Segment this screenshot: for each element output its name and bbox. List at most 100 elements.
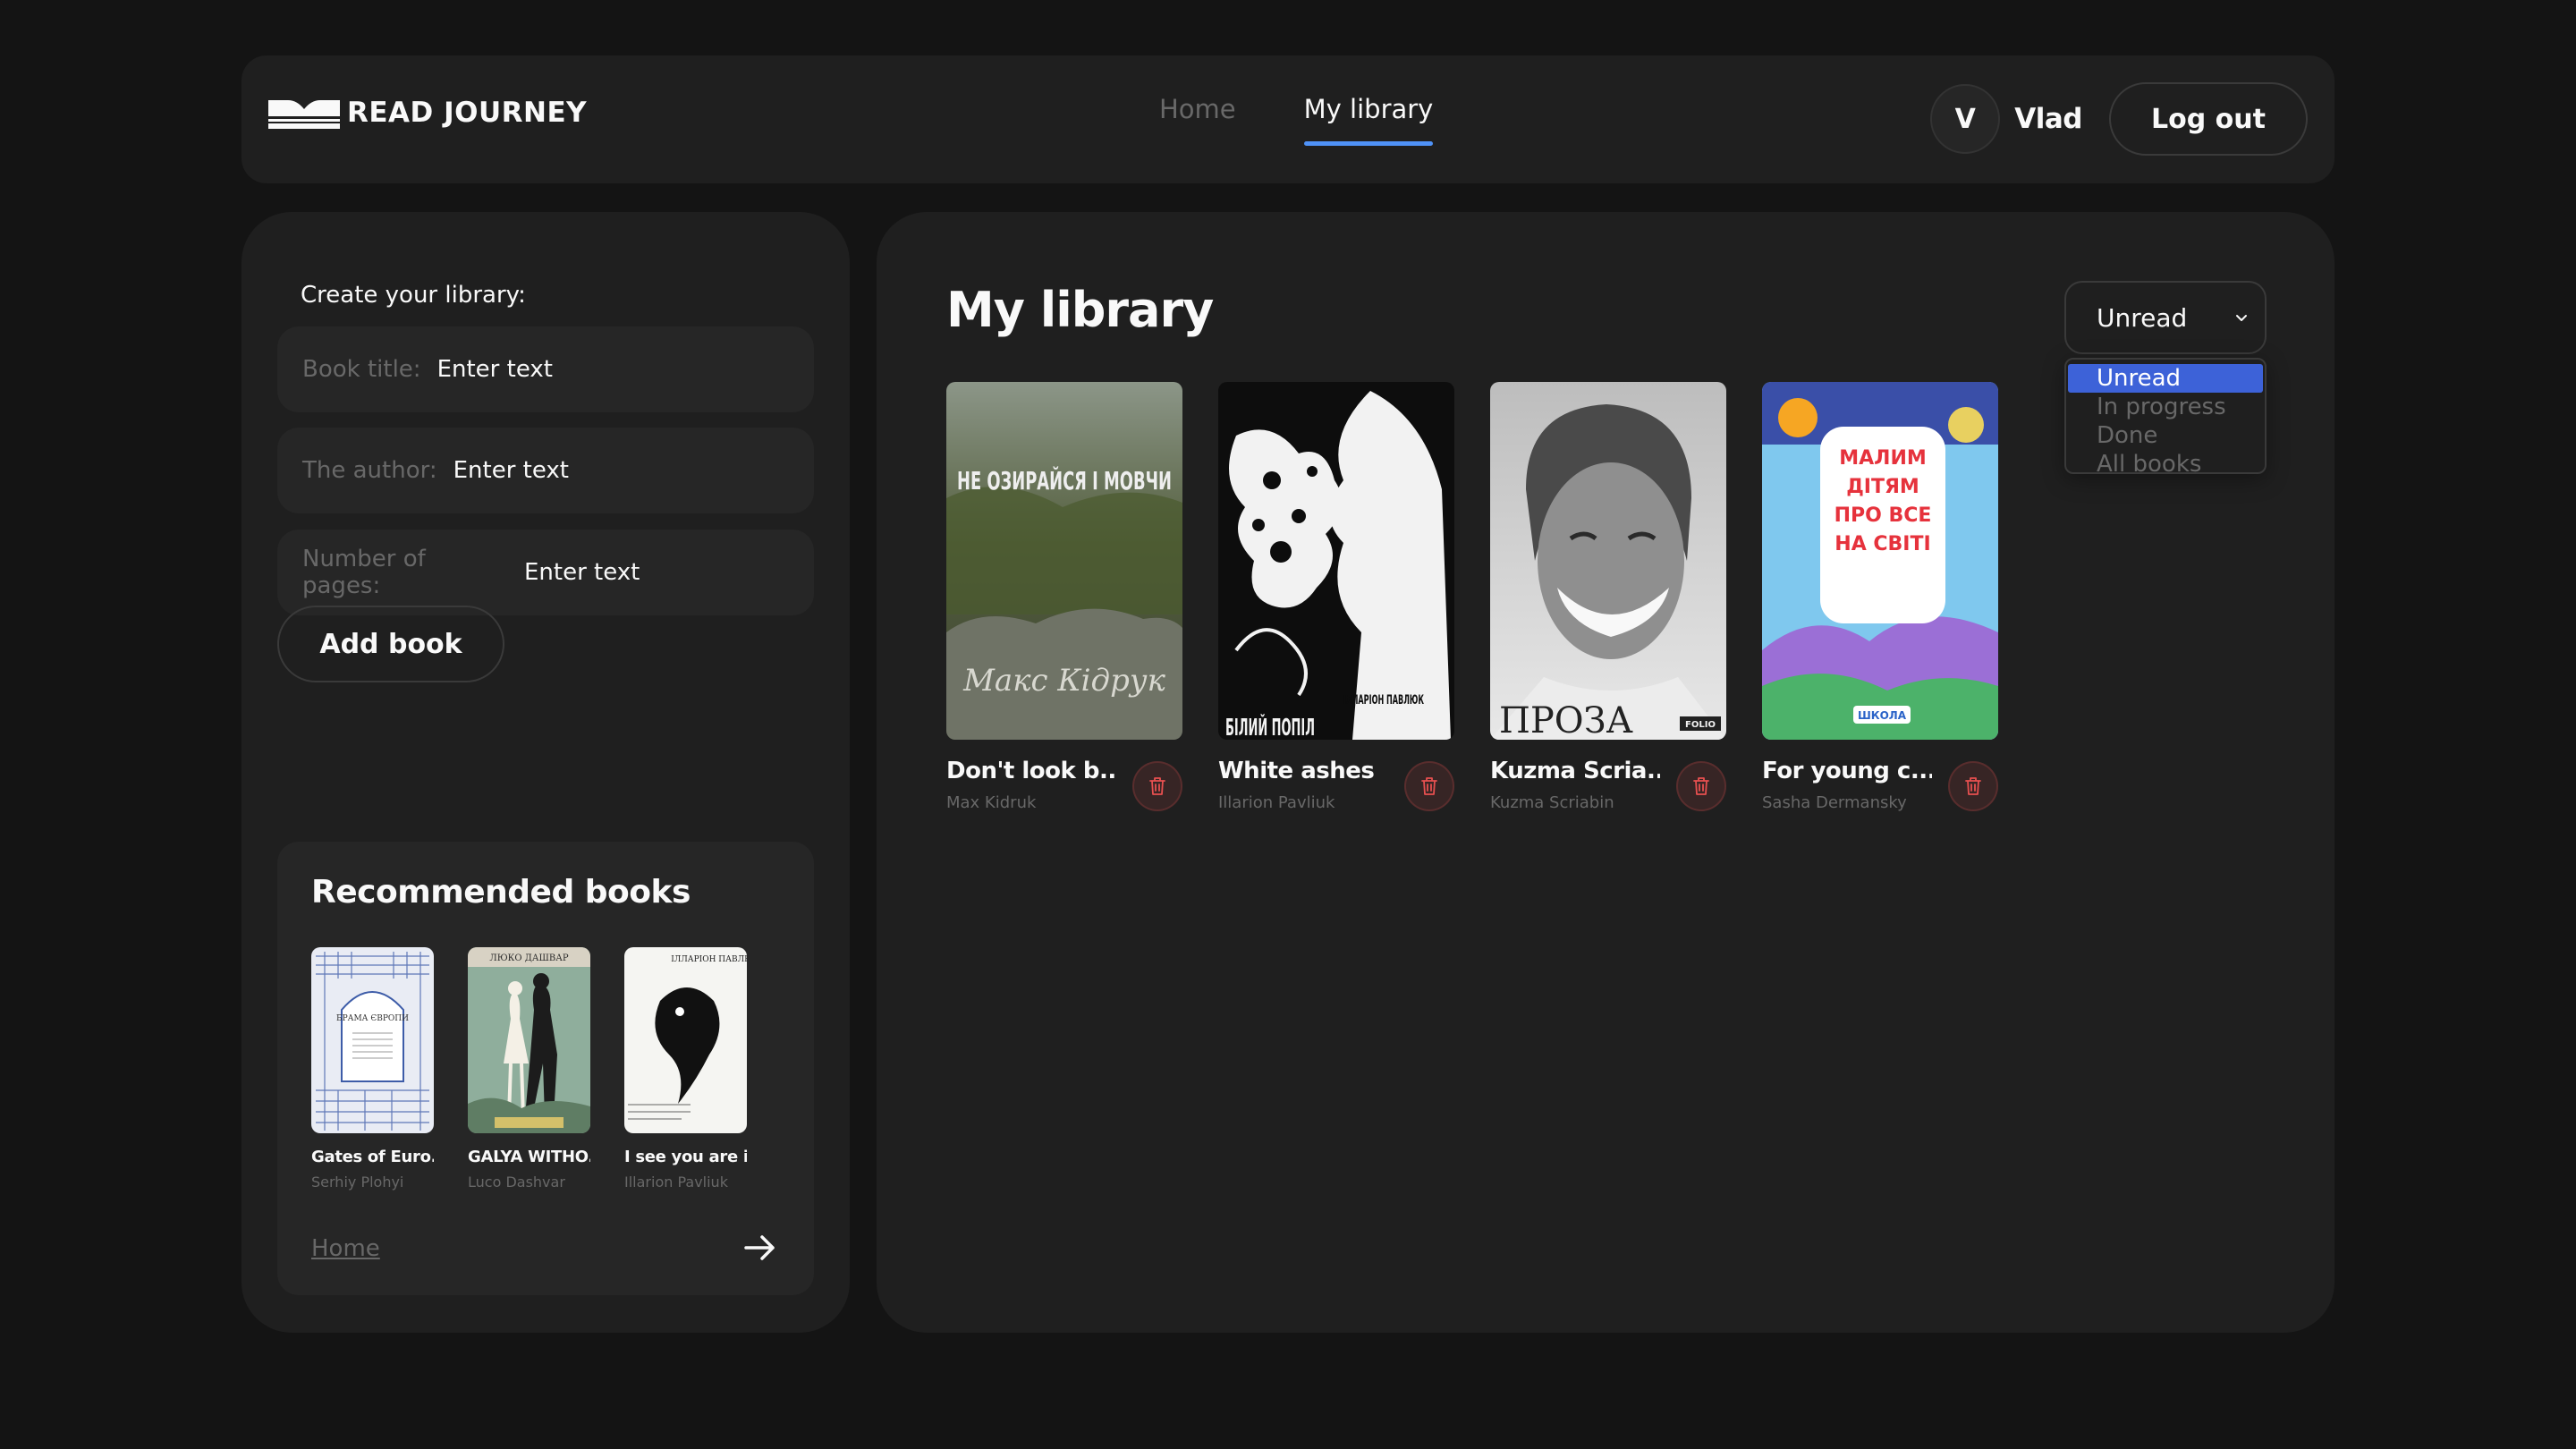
logout-button[interactable]: Log out xyxy=(2109,82,2308,156)
book-info: For young c... Sasha Dermansky xyxy=(1762,758,1998,812)
book-cover[interactable]: ПРОЗА FOLIO xyxy=(1490,382,1726,740)
logo[interactable]: READ JOURNEY xyxy=(268,97,587,129)
chevron-down-icon xyxy=(2236,315,2247,321)
book-author: Max Kidruk xyxy=(946,793,1037,812)
nav-my-library[interactable]: My library xyxy=(1303,55,1433,183)
logo-text: READ JOURNEY xyxy=(347,97,588,129)
book-title: For young c... xyxy=(1762,758,1932,784)
book-cover[interactable]: ІЛЛАРІОН ПАВЛЮК xyxy=(624,947,747,1133)
book-cover[interactable]: БРАМА ЄВРОПИ xyxy=(311,947,434,1133)
book-title: GALYA WITHO... xyxy=(468,1148,590,1166)
cover-title-text: МАЛИМ ДІТЯМ ПРО ВСЕ НА СВІТІ xyxy=(1834,447,1932,555)
cover-title-text: ПРОЗА xyxy=(1499,700,1633,740)
book-title: White ashes xyxy=(1218,758,1375,784)
book-text: Don't look b... Max Kidruk xyxy=(946,758,1116,812)
cover-title-text: НЕ ОЗИРАЙСЯ І МОВЧИ xyxy=(957,465,1172,496)
cover-text: ЛЮКО ДАШВАР xyxy=(489,953,568,963)
status-filter-value: Unread xyxy=(2097,302,2188,333)
book-cover[interactable]: БІЛИЙ ПОПІЛ ІЛЛАРІОН ПАВЛЮК xyxy=(1218,382,1454,740)
book-author: Luco Dashvar xyxy=(468,1174,565,1191)
book-author: Illarion Pavliuk xyxy=(1218,793,1335,812)
main-nav: Home My library xyxy=(1159,55,1433,183)
recommended-title: Recommended books xyxy=(311,874,691,911)
library-panel: My library НЕ ОЗИРАЙСЯ І МОВЧИ xyxy=(877,212,2334,1333)
option-done[interactable]: Done xyxy=(2066,421,2265,450)
cover-gates-image: БРАМА ЄВРОПИ xyxy=(311,947,434,1133)
recommended-books: Recommended books БРАМА ЄВРОПИ Gates of … xyxy=(277,842,814,1295)
library-book: ПРОЗА FOLIO Kuzma Scria... Kuzma Scriabi… xyxy=(1490,382,1726,812)
trash-icon xyxy=(1965,777,1981,795)
page-title: My library xyxy=(946,282,1214,338)
book-text: For young c... Sasha Dermansky xyxy=(1762,758,1932,812)
sidebar: Create your library: Book title: The aut… xyxy=(242,212,850,1333)
username: Vlad xyxy=(2014,103,2082,135)
trash-icon xyxy=(1149,777,1165,795)
cover-author-text: ІЛЛАРІОН ПАВЛЮК xyxy=(1343,693,1424,708)
delete-book-button[interactable] xyxy=(1676,761,1726,811)
cover-author-text: Макс Кідрук xyxy=(962,663,1165,699)
form-title: Create your library: xyxy=(301,282,526,309)
cover-publisher-text: FOLIO xyxy=(1685,720,1716,730)
author-field[interactable]: The author: xyxy=(277,428,814,513)
book-title: I see you are i... xyxy=(624,1148,747,1166)
library-book: НЕ ОЗИРАЙСЯ І МОВЧИ Макс Кідрук Don't lo… xyxy=(946,382,1182,812)
recommended-book[interactable]: ІЛЛАРІОН ПАВЛЮК I see you are i... Illar… xyxy=(624,947,747,1191)
book-author: Kuzma Scriabin xyxy=(1490,793,1614,812)
cover-white-ashes-image: БІЛИЙ ПОПІЛ ІЛЛАРІОН ПАВЛЮК xyxy=(1218,382,1454,740)
book-title: Kuzma Scria... xyxy=(1490,758,1660,784)
arrow-right-icon[interactable] xyxy=(742,1232,778,1264)
user-bar: V Vlad Log out xyxy=(1930,82,2308,156)
book-info: White ashes Illarion Pavliuk xyxy=(1218,758,1454,812)
pages-label: Number of pages: xyxy=(302,546,426,599)
book-title: Gates of Euro... xyxy=(311,1148,434,1166)
add-book-button[interactable]: Add book xyxy=(277,606,504,682)
book-title: Don't look b... xyxy=(946,758,1116,784)
home-link[interactable]: Home xyxy=(311,1235,380,1262)
book-cover[interactable]: ЛЮКО ДАШВАР xyxy=(468,947,590,1133)
cover-publisher-text: ШКОЛА xyxy=(1858,709,1907,722)
recommended-book[interactable]: ЛЮКО ДАШВАР GALYA WITHO... Luco Dashvar xyxy=(468,947,590,1191)
avatar[interactable]: V xyxy=(1930,84,2001,154)
library-book-list: НЕ ОЗИРАЙСЯ І МОВЧИ Макс Кідрук Don't lo… xyxy=(946,382,1998,812)
book-author: Serhiy Plohyi xyxy=(311,1174,404,1191)
option-in-progress[interactable]: In progress xyxy=(2066,393,2265,421)
cover-i-see-you-image: ІЛЛАРІОН ПАВЛЮК xyxy=(624,947,747,1133)
pages-input[interactable] xyxy=(524,559,814,586)
header: READ JOURNEY Home My library V Vlad Log … xyxy=(242,55,2334,183)
cover-kuzma-image: ПРОЗА FOLIO xyxy=(1490,382,1726,740)
library-book: БІЛИЙ ПОПІЛ ІЛЛАРІОН ПАВЛЮК White ashes … xyxy=(1218,382,1454,812)
book-logo-icon xyxy=(268,100,340,129)
book-info: Don't look b... Max Kidruk xyxy=(946,758,1182,812)
book-title-field[interactable]: Book title: xyxy=(277,326,814,412)
book-cover[interactable]: МАЛИМ ДІТЯМ ПРО ВСЕ НА СВІТІ ШКОЛА xyxy=(1762,382,1998,740)
library-book: МАЛИМ ДІТЯМ ПРО ВСЕ НА СВІТІ ШКОЛА For y… xyxy=(1762,382,1998,812)
book-text: Kuzma Scria... Kuzma Scriabin xyxy=(1490,758,1660,812)
nav-home[interactable]: Home xyxy=(1159,55,1236,183)
book-author: Illarion Pavliuk xyxy=(624,1174,728,1191)
pages-field[interactable]: Number of pages: xyxy=(277,530,814,615)
status-filter-select[interactable]: Unread xyxy=(2064,281,2267,354)
delete-book-button[interactable] xyxy=(1132,761,1182,811)
recommended-book[interactable]: БРАМА ЄВРОПИ Gates of Euro... Serhiy Plo… xyxy=(311,947,434,1191)
option-unread[interactable]: Unread xyxy=(2068,364,2263,393)
book-author: Sasha Dermansky xyxy=(1762,793,1907,812)
author-input[interactable] xyxy=(453,457,814,484)
cover-title-text: БІЛИЙ ПОПІЛ xyxy=(1225,713,1315,740)
book-text: White ashes Illarion Pavliuk xyxy=(1218,758,1388,812)
book-title-label: Book title: xyxy=(302,356,421,383)
book-cover[interactable]: НЕ ОЗИРАЙСЯ І МОВЧИ Макс Кідрук xyxy=(946,382,1182,740)
option-all-books[interactable]: All books xyxy=(2066,450,2265,479)
trash-icon xyxy=(1693,777,1709,795)
trash-icon xyxy=(1421,777,1437,795)
cover-galya-image: ЛЮКО ДАШВАР xyxy=(468,947,590,1133)
delete-book-button[interactable] xyxy=(1948,761,1998,811)
author-label: The author: xyxy=(302,457,437,484)
cover-for-young-children-image: МАЛИМ ДІТЯМ ПРО ВСЕ НА СВІТІ ШКОЛА xyxy=(1762,382,1998,740)
book-info: Kuzma Scria... Kuzma Scriabin xyxy=(1490,758,1726,812)
recommended-list: БРАМА ЄВРОПИ Gates of Euro... Serhiy Plo… xyxy=(311,947,747,1191)
cover-text: БРАМА ЄВРОПИ xyxy=(336,1014,409,1023)
book-title-input[interactable] xyxy=(436,356,814,383)
cover-text: ІЛЛАРІОН ПАВЛЮК xyxy=(671,955,747,964)
cover-dont-look-back-image: НЕ ОЗИРАЙСЯ І МОВЧИ Макс Кідрук xyxy=(946,382,1182,740)
delete-book-button[interactable] xyxy=(1404,761,1454,811)
